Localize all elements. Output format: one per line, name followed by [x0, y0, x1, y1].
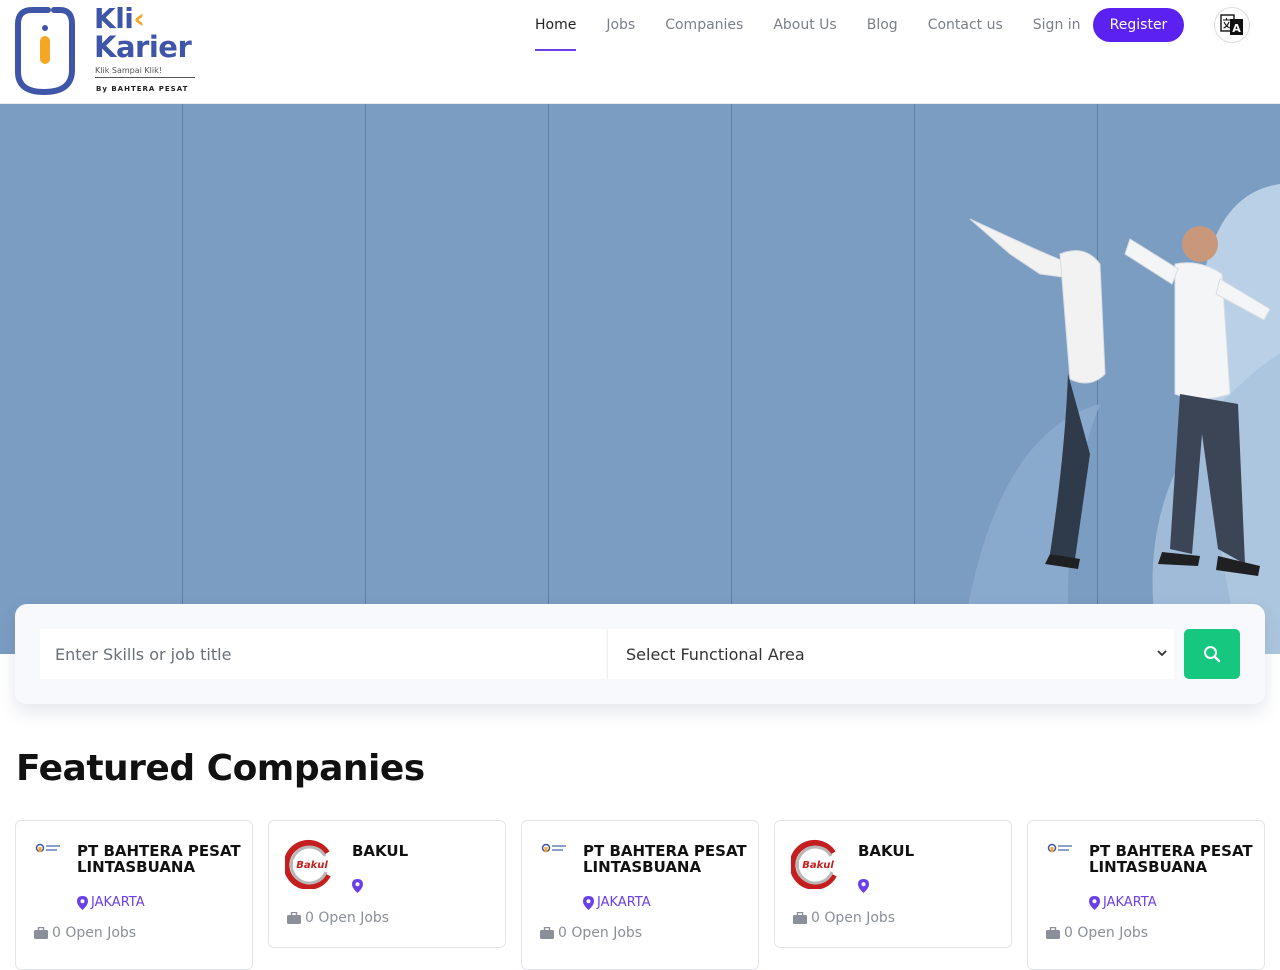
open-jobs-count: 0 Open Jobs [1064, 925, 1149, 941]
briefcase-icon [793, 912, 807, 924]
brand-tagline: Klik Sampai Klik! [95, 66, 195, 78]
company-open-jobs: 0 Open Jobs [540, 925, 642, 941]
map-pin-icon [352, 879, 363, 893]
chevron-down-icon [1157, 650, 1167, 657]
register-button[interactable]: Register [1093, 8, 1184, 42]
bahtera-pesat-logo [1047, 843, 1072, 853]
company-location-text: JAKARTA [91, 895, 145, 910]
klikkarier-logo[interactable]: Kli‹ Karier Klik Sampai Klik! By BAHTERA… [14, 2, 204, 98]
company-location-text: JAKARTA [597, 895, 651, 910]
nav-sign-in[interactable]: Sign in [1033, 13, 1081, 37]
skills-search-input[interactable] [40, 629, 606, 679]
company-card[interactable]: Bakul BAKUL 0 Open Jobs [774, 820, 1012, 948]
nav-blog[interactable]: Blog [867, 13, 898, 37]
company-open-jobs: 0 Open Jobs [793, 910, 895, 926]
open-jobs-count: 0 Open Jobs [52, 925, 137, 941]
company-location: JAKARTA [583, 895, 651, 910]
company-location [352, 879, 366, 893]
map-pin-icon [583, 895, 594, 910]
featured-companies-title: Featured Companies [16, 748, 425, 789]
bahtera-pesat-logo [35, 843, 60, 853]
hero-stripe [549, 104, 732, 604]
functional-area-value: Select Functional Area [626, 644, 805, 664]
map-pin-icon [77, 895, 88, 910]
company-open-jobs: 0 Open Jobs [287, 910, 389, 926]
company-name[interactable]: BAKUL [352, 843, 517, 859]
translate-icon: A [1220, 14, 1243, 35]
svg-text:A: A [1232, 22, 1241, 35]
company-location: JAKARTA [77, 895, 145, 910]
company-location [858, 879, 872, 893]
functional-area-select[interactable]: Select Functional Area [607, 629, 1174, 679]
hero-stripe [732, 104, 915, 604]
company-name[interactable]: BAKUL [858, 843, 1023, 859]
brand-name-line2: Karier [94, 30, 192, 64]
hero-banner [0, 104, 1280, 654]
hero-illustration [960, 184, 1280, 654]
search-icon [1204, 646, 1221, 663]
open-jobs-count: 0 Open Jobs [558, 925, 643, 941]
svg-text:Bakul: Bakul [296, 860, 328, 871]
bakul-logo: Bakul [285, 839, 333, 889]
main-nav: Home Jobs Companies About Us Blog Contac… [520, 0, 1096, 51]
company-card[interactable]: PT BAHTERA PESAT LINTASBUANA JAKARTA 0 O… [521, 820, 759, 970]
logo-mark-icon [15, 7, 75, 96]
company-name[interactable]: PT BAHTERA PESAT LINTASBUANA [1089, 843, 1254, 875]
open-jobs-count: 0 Open Jobs [811, 910, 896, 926]
company-name[interactable]: PT BAHTERA PESAT LINTASBUANA [583, 843, 748, 875]
bahtera-pesat-logo [541, 843, 566, 853]
nav-companies[interactable]: Companies [665, 13, 743, 37]
brand-by: By BAHTERA PESAT [96, 85, 189, 93]
company-open-jobs: 0 Open Jobs [1046, 925, 1148, 941]
search-button[interactable] [1184, 629, 1240, 679]
svg-text:Bakul: Bakul [802, 860, 834, 871]
nav-about-us[interactable]: About Us [773, 13, 836, 37]
nav-contact-us[interactable]: Contact us [928, 13, 1003, 37]
company-open-jobs: 0 Open Jobs [34, 925, 136, 941]
company-card[interactable]: Bakul BAKUL 0 Open Jobs [268, 820, 506, 948]
company-card[interactable]: PT BAHTERA PESAT LINTASBUANA JAKARTA 0 O… [1027, 820, 1265, 970]
site-header: Kli‹ Karier Klik Sampai Klik! By BAHTERA… [0, 0, 1280, 104]
open-jobs-count: 0 Open Jobs [305, 910, 390, 926]
bakul-logo: Bakul [791, 839, 839, 889]
map-pin-icon [858, 879, 869, 893]
briefcase-icon [1046, 927, 1060, 939]
briefcase-icon [34, 927, 48, 939]
featured-companies-list: PT BAHTERA PESAT LINTASBUANA JAKARTA 0 O… [15, 820, 1267, 970]
briefcase-icon [287, 912, 301, 924]
language-switcher[interactable]: A [1214, 7, 1250, 43]
company-location-text: JAKARTA [1103, 895, 1157, 910]
hero-stripe [366, 104, 549, 604]
briefcase-icon [540, 927, 554, 939]
job-search-panel: Select Functional Area [15, 604, 1265, 704]
hero-stripe [183, 104, 366, 604]
nav-jobs[interactable]: Jobs [606, 13, 635, 37]
company-card[interactable]: PT BAHTERA PESAT LINTASBUANA JAKARTA 0 O… [15, 820, 253, 970]
map-pin-icon [1089, 895, 1100, 910]
company-location: JAKARTA [1089, 895, 1157, 910]
hero-stripe [0, 104, 183, 604]
company-name[interactable]: PT BAHTERA PESAT LINTASBUANA [77, 843, 242, 875]
nav-home[interactable]: Home [535, 13, 577, 51]
